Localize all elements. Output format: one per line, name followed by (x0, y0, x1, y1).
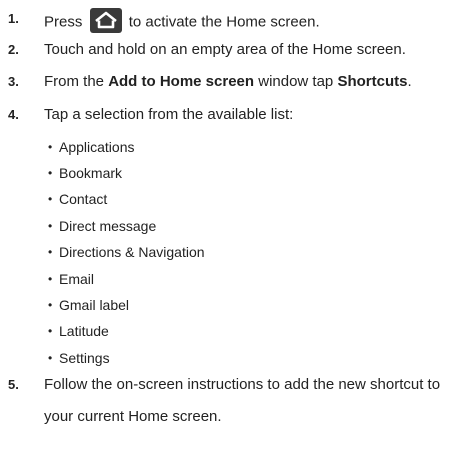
step-text-pre: Press (44, 13, 83, 31)
list-item-label: Applications (59, 139, 135, 155)
step-text-line-1: Follow the on-screen instructions to add… (44, 376, 441, 393)
instructions-document: 1. Press to activate the Home screen. 2.… (0, 0, 472, 466)
home-key-icon (89, 8, 122, 33)
list-item-label: Gmail label (59, 297, 130, 313)
bullet: • (48, 219, 53, 233)
add-to-home-screen-term: Add to Home screen (108, 73, 255, 90)
shortcuts-term: Shortcuts (337, 73, 408, 90)
step-number: 1. (8, 11, 19, 26)
list-item-label: Direct message (59, 218, 157, 234)
list-item-label: Bookmark (59, 165, 123, 181)
step-text: Touch and hold on an empty area of the H… (44, 41, 406, 58)
bullet: • (48, 298, 53, 312)
list-item-label: Contact (59, 191, 108, 207)
step-text: Press to activate the Home screen. (44, 8, 320, 35)
list-item-label: Latitude (59, 323, 109, 339)
step-number: 5. (8, 377, 19, 392)
bullet: • (48, 324, 53, 338)
bullet: • (48, 192, 53, 206)
bullet: • (48, 245, 53, 259)
step-text-post: to activate the Home screen. (128, 13, 320, 31)
step-number: 3. (8, 74, 19, 89)
step-text: Tap a selection from the available list: (44, 106, 294, 123)
step-number: 4. (8, 107, 19, 122)
bullet: • (48, 140, 53, 154)
list-item-label: Directions & Navigation (59, 244, 205, 260)
bullet: • (48, 272, 53, 286)
bullet: • (48, 166, 53, 180)
list-item-label: Settings (59, 350, 110, 366)
bullet: • (48, 351, 53, 365)
step-text-line-2: your current Home screen. (44, 408, 222, 425)
step-number: 2. (8, 42, 19, 57)
step-text: From the Add to Home screen window tap S… (44, 73, 412, 90)
list-item-label: Email (59, 271, 95, 287)
